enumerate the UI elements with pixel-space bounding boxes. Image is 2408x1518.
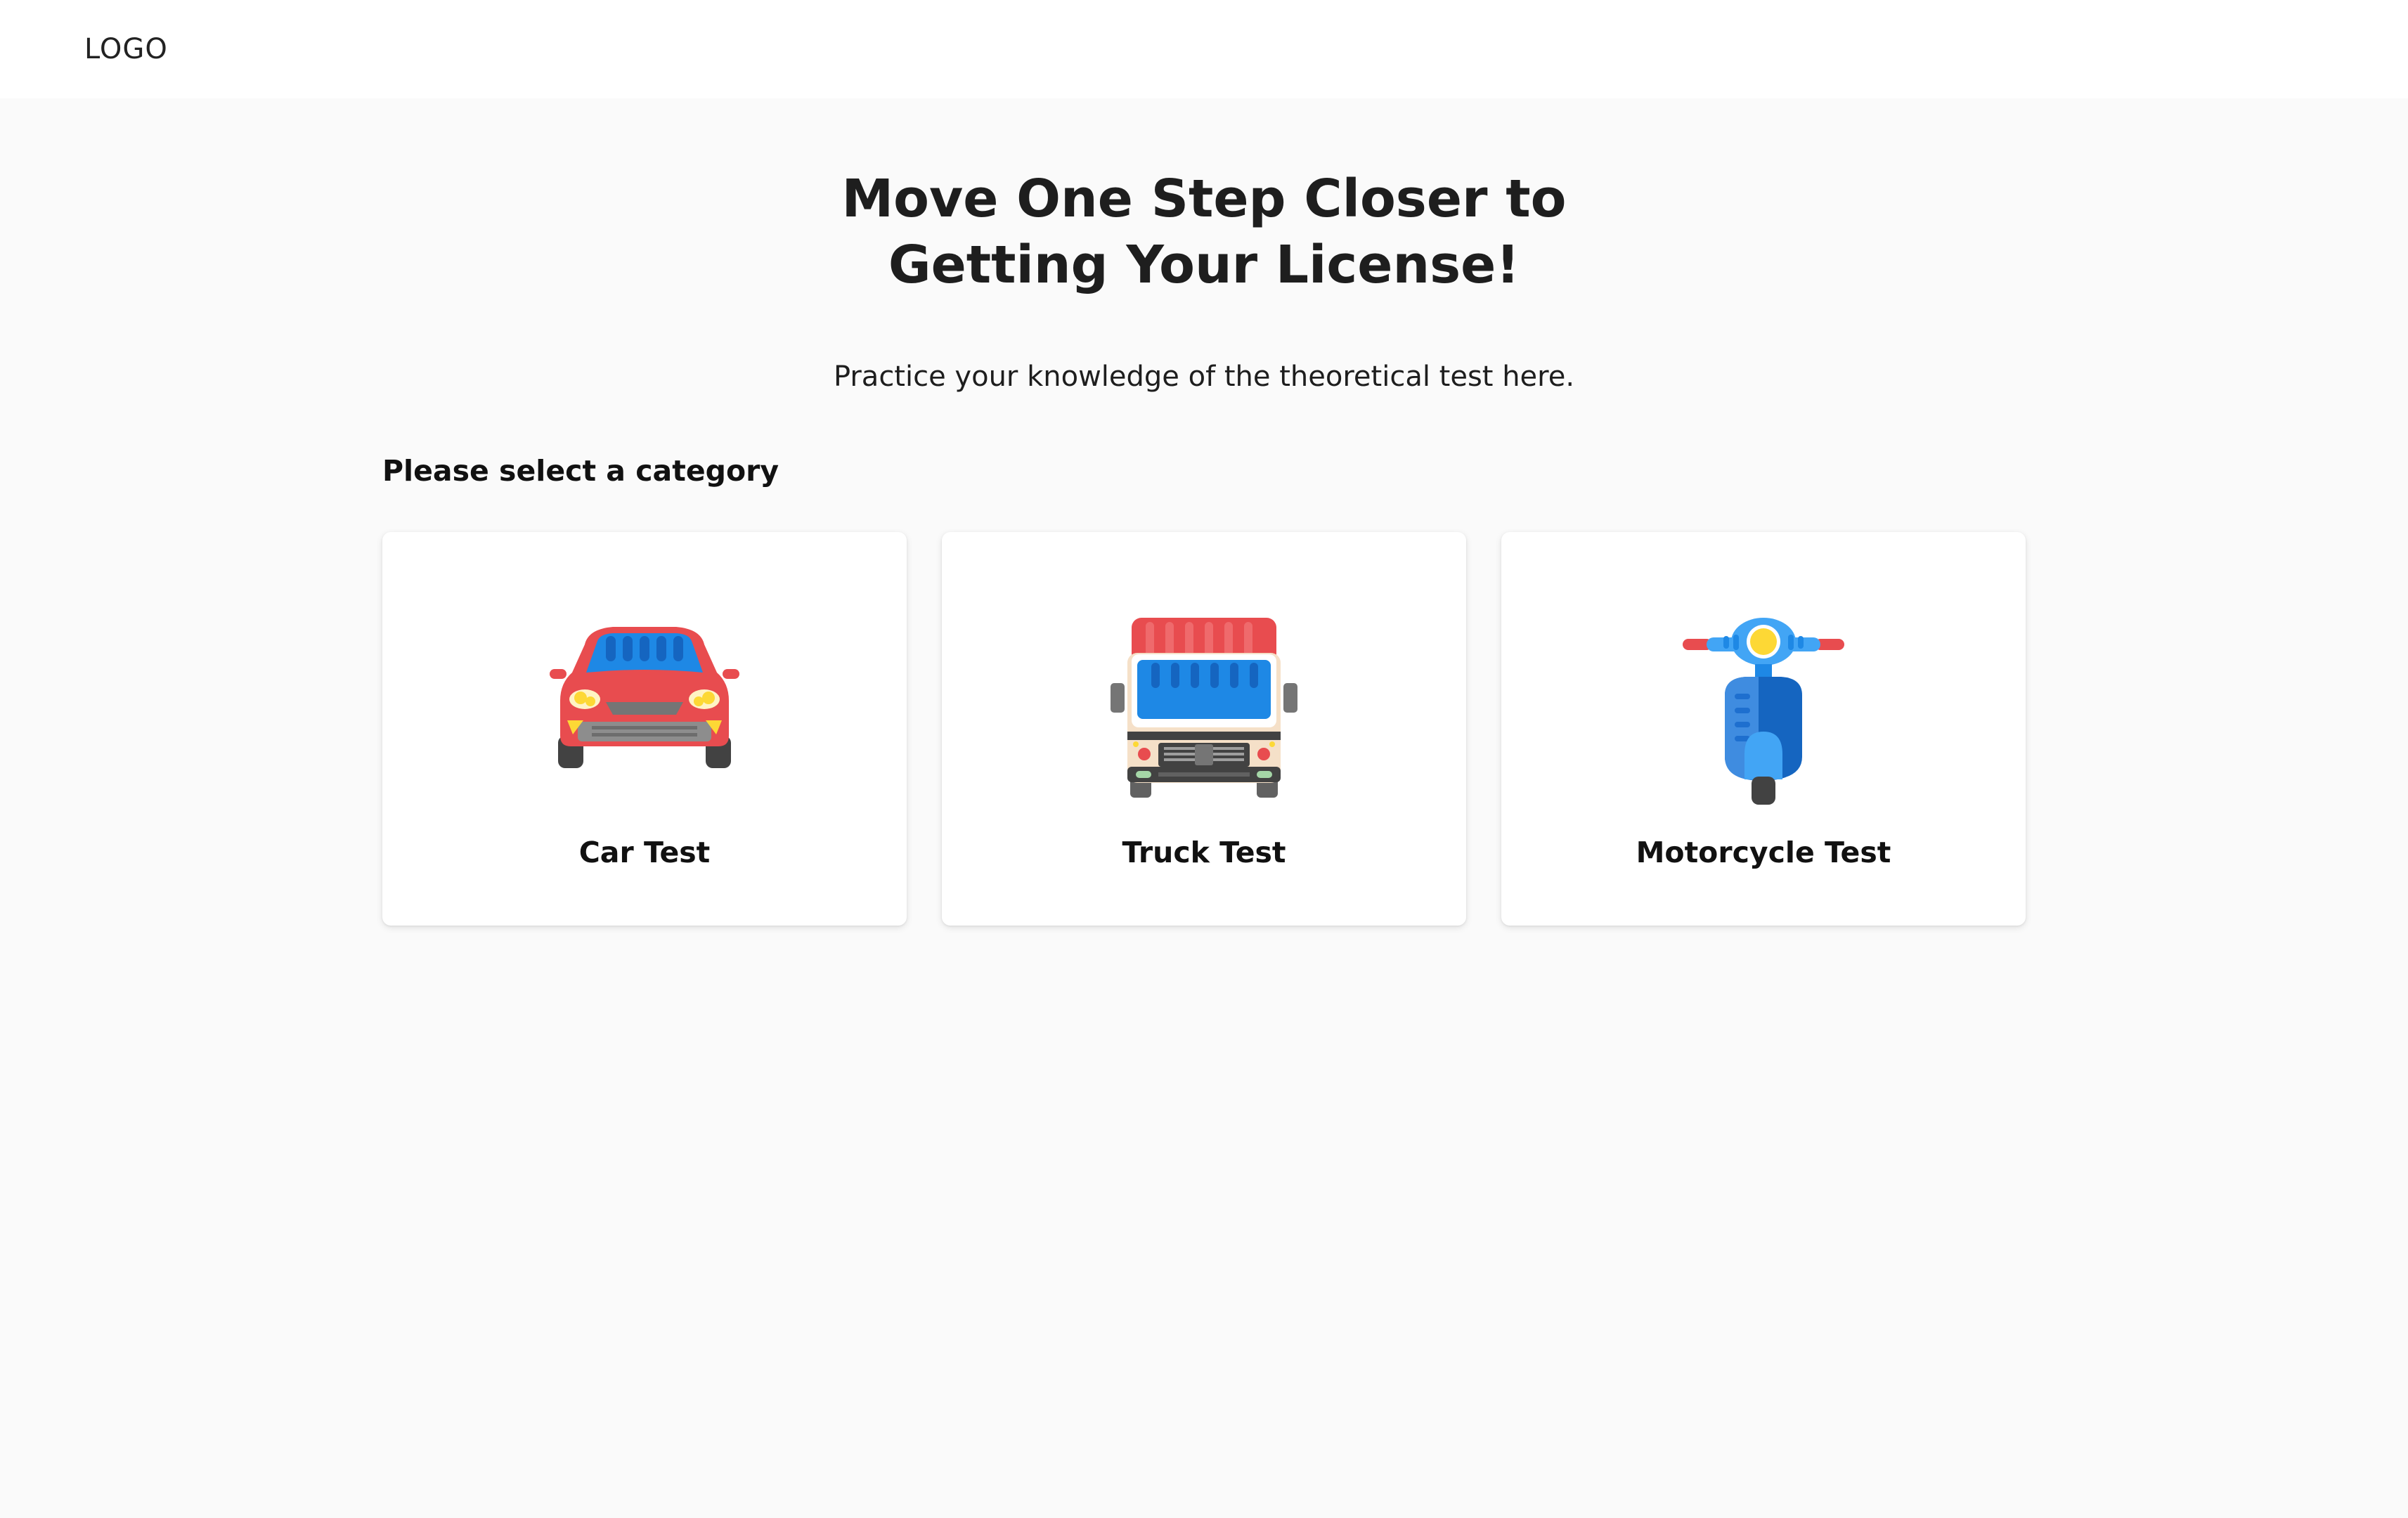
top-header: LOGO xyxy=(0,0,2408,98)
page-title-line-1: Move One Step Closer to xyxy=(841,169,1567,229)
category-card-motorcycle[interactable]: Motorcycle Test xyxy=(1501,532,2026,926)
category-card-car[interactable]: Car Test xyxy=(382,532,907,926)
scooter-icon xyxy=(1501,616,2026,813)
category-card-title: Motorcycle Test xyxy=(1636,836,1891,869)
page-title: Move One Step Closer to Getting Your Lic… xyxy=(0,166,2408,298)
category-card-truck[interactable]: Truck Test xyxy=(942,532,1466,926)
truck-icon xyxy=(942,616,1466,813)
logo[interactable]: LOGO xyxy=(84,31,168,67)
page-subtitle: Practice your knowledge of the theoretic… xyxy=(833,361,1575,393)
page-title-line-2: Getting Your License! xyxy=(888,235,1520,295)
car-icon xyxy=(382,616,907,813)
category-card-title: Car Test xyxy=(578,836,711,869)
category-card-title: Truck Test xyxy=(1122,836,1286,869)
category-section-label: Please select a category xyxy=(382,454,779,488)
